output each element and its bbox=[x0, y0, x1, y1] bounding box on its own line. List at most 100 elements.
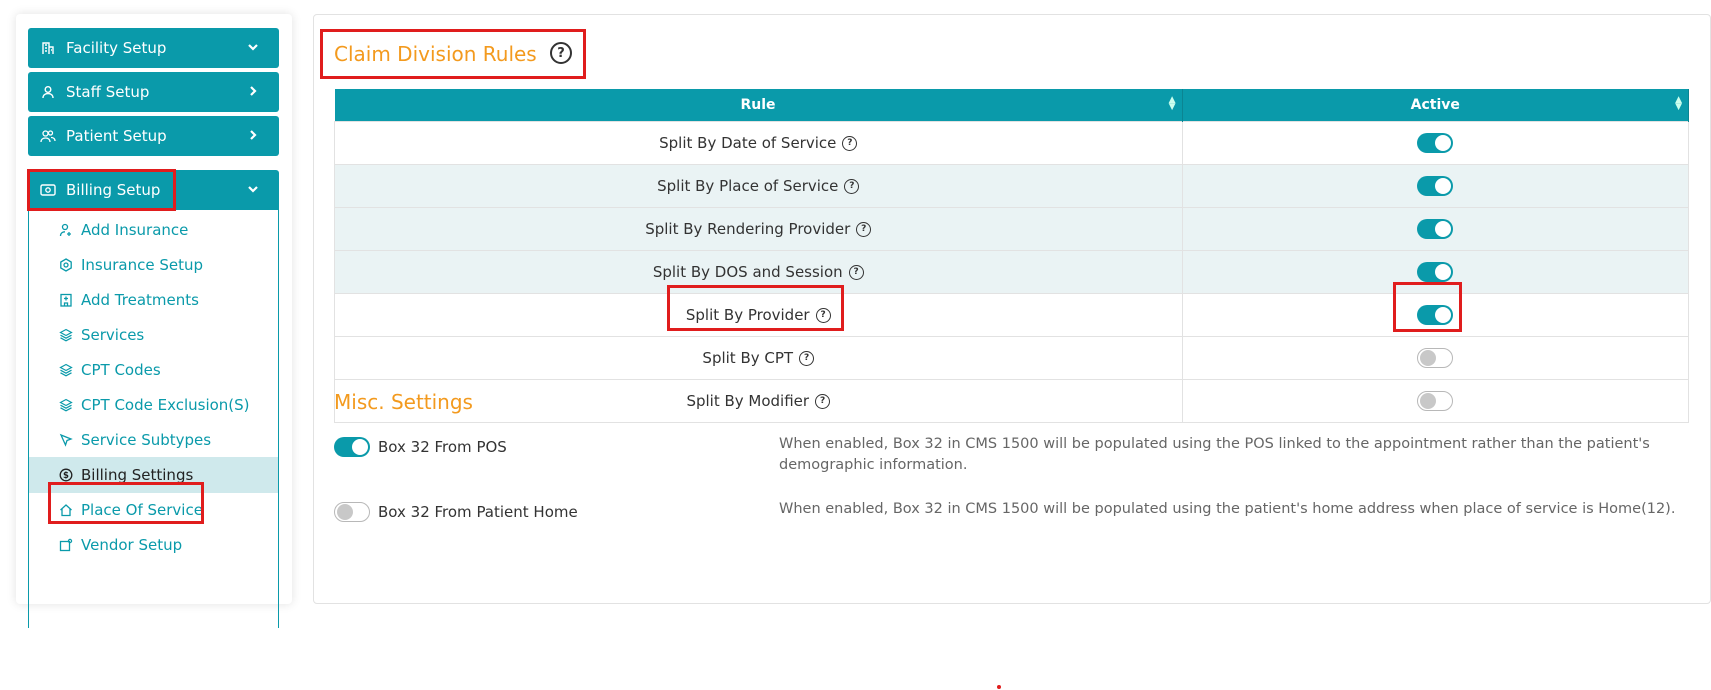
sidebar-section-label: Facility Setup bbox=[66, 39, 167, 57]
sort-icon[interactable]: ▲ ▼ bbox=[1169, 96, 1176, 112]
misc-settings-title: Misc. Settings bbox=[334, 390, 473, 414]
help-icon[interactable]: ? bbox=[842, 135, 858, 151]
rule-name: Split By Place of Service bbox=[657, 177, 839, 195]
setting-description: When enabled, Box 32 in CMS 1500 will be… bbox=[779, 436, 1650, 473]
sidebar-item-add-insurance[interactable]: Add Insurance bbox=[29, 212, 278, 248]
layers-icon bbox=[59, 363, 73, 377]
rule-name: Split By Rendering Provider bbox=[645, 220, 851, 238]
building-icon bbox=[40, 40, 56, 56]
active-toggle[interactable] bbox=[1417, 133, 1454, 153]
user-plus-icon bbox=[59, 223, 73, 237]
cursor-dot bbox=[997, 685, 1001, 689]
active-toggle[interactable] bbox=[1417, 305, 1454, 325]
sidebar-item-insurance-setup[interactable]: Insurance Setup bbox=[29, 247, 278, 283]
active-toggle[interactable] bbox=[1417, 262, 1454, 282]
setting-label: Box 32 From POS bbox=[378, 438, 507, 456]
toggle-knob bbox=[1420, 393, 1437, 409]
help-icon[interactable]: ? bbox=[799, 350, 815, 366]
vendor-icon bbox=[59, 538, 73, 552]
help-icon[interactable]: ? bbox=[815, 307, 831, 323]
table-row: Split By Date of Service? bbox=[334, 121, 1689, 165]
sidebar-item-label: CPT Code Exclusion(S) bbox=[81, 396, 250, 414]
sidebar-item-vendor-setup[interactable]: Vendor Setup bbox=[29, 527, 278, 563]
sidebar-item-place-of-service[interactable]: Place Of Service bbox=[29, 492, 278, 528]
box32-pos-toggle[interactable] bbox=[334, 437, 370, 457]
layers-icon bbox=[59, 328, 73, 342]
users-icon bbox=[40, 128, 56, 144]
help-icon[interactable]: ? bbox=[550, 42, 572, 64]
sidebar-section-patient-setup[interactable]: Patient Setup bbox=[28, 116, 279, 156]
claim-rules-table: Rule ▲ ▼ Active ▲ ▼ Split By Date of Servi… bbox=[334, 89, 1689, 423]
help-icon[interactable]: ? bbox=[848, 264, 864, 280]
help-icon[interactable]: ? bbox=[844, 178, 860, 194]
sidebar-item-label: Add Insurance bbox=[81, 221, 189, 239]
sidebar-item-billing-settings[interactable]: $ Billing Settings bbox=[29, 457, 278, 493]
column-header-rule[interactable]: Rule ▲ ▼ bbox=[334, 89, 1183, 122]
chevron-right-icon bbox=[245, 127, 261, 143]
sort-icon[interactable]: ▲ ▼ bbox=[1675, 96, 1682, 112]
rule-name: Split By Date of Service bbox=[659, 134, 837, 152]
sidebar-item-cpt-codes[interactable]: CPT Codes bbox=[29, 352, 278, 388]
sidebar-item-label: Vendor Setup bbox=[81, 536, 183, 554]
column-header-label: Active bbox=[1410, 97, 1460, 113]
sidebar-item-label: Place Of Service bbox=[81, 501, 203, 519]
sidebar-item-services[interactable]: Services bbox=[29, 317, 278, 353]
toggle-knob bbox=[1435, 307, 1452, 323]
hexagon-icon bbox=[59, 258, 73, 272]
dollar-circle-icon: $ bbox=[59, 468, 73, 482]
sidebar-section-facility-setup[interactable]: Facility Setup bbox=[28, 28, 279, 68]
billing-settings-panel: Claim Division Rules ? Rule ▲ ▼ Active ▲ ▼… bbox=[313, 14, 1711, 604]
toggle-knob bbox=[337, 504, 353, 520]
toggle-knob bbox=[1420, 350, 1437, 366]
sidebar-item-add-treatments[interactable]: Add Treatments bbox=[29, 282, 278, 318]
money-icon bbox=[40, 182, 56, 198]
sidebar-item-label: Add Treatments bbox=[81, 291, 199, 309]
active-toggle[interactable] bbox=[1417, 391, 1454, 411]
active-toggle[interactable] bbox=[1417, 348, 1454, 368]
active-toggle[interactable] bbox=[1417, 219, 1454, 239]
sidebar-section-label: Staff Setup bbox=[66, 83, 150, 101]
rule-name: Split By Modifier bbox=[686, 392, 810, 410]
box32-home-toggle[interactable] bbox=[334, 502, 370, 522]
column-header-label: Rule bbox=[740, 97, 776, 113]
active-toggle[interactable] bbox=[1417, 176, 1454, 196]
sidebar-section-label: Billing Setup bbox=[66, 181, 161, 199]
toggle-knob bbox=[1435, 135, 1452, 151]
help-icon[interactable]: ? bbox=[856, 221, 872, 237]
rule-name: Split By CPT bbox=[702, 349, 794, 367]
chevron-right-icon bbox=[245, 83, 261, 99]
sidebar-item-service-subtypes[interactable]: Service Subtypes bbox=[29, 422, 278, 458]
setting-description: When enabled, Box 32 in CMS 1500 will be… bbox=[779, 501, 1676, 517]
toggle-knob bbox=[1435, 178, 1452, 194]
sidebar-item-label: Service Subtypes bbox=[81, 431, 212, 449]
table-row: Split By Provider? bbox=[334, 293, 1689, 337]
sidebar: Facility Setup Staff Setup Patient Setup… bbox=[16, 14, 292, 628]
sidebar-item-label: Services bbox=[81, 326, 145, 344]
rule-name: Split By Provider bbox=[685, 306, 810, 324]
toggle-knob bbox=[1435, 264, 1452, 280]
pointer-icon bbox=[59, 433, 73, 447]
table-row: Split By Rendering Provider? bbox=[334, 207, 1689, 251]
column-header-active[interactable]: Active ▲ ▼ bbox=[1182, 89, 1689, 122]
chevron-down-icon bbox=[245, 39, 261, 55]
sidebar-section-label: Patient Setup bbox=[66, 127, 167, 145]
chevron-down-icon bbox=[245, 181, 261, 197]
svg-text:$: $ bbox=[63, 471, 69, 481]
claim-division-rules-title: Claim Division Rules bbox=[334, 42, 537, 66]
billing-submenu: Add Insurance Insurance Setup Add Treatm… bbox=[28, 208, 279, 628]
sidebar-section-staff-setup[interactable]: Staff Setup bbox=[28, 72, 279, 112]
toggle-knob bbox=[1435, 221, 1452, 237]
user-icon bbox=[40, 84, 56, 100]
table-row: Split By Modifier? bbox=[334, 379, 1689, 423]
sidebar-item-cpt-code-exclusion[interactable]: CPT Code Exclusion(S) bbox=[29, 387, 278, 423]
help-icon[interactable]: ? bbox=[815, 393, 831, 409]
setting-label: Box 32 From Patient Home bbox=[378, 503, 578, 521]
sidebar-section-billing-setup[interactable]: Billing Setup bbox=[28, 170, 279, 210]
home-icon bbox=[59, 503, 73, 517]
toggle-knob bbox=[352, 439, 368, 455]
hospital-icon bbox=[59, 293, 73, 307]
sidebar-item-label: Billing Settings bbox=[81, 466, 194, 484]
table-row: Split By CPT? bbox=[334, 336, 1689, 380]
table-row: Split By DOS and Session? bbox=[334, 250, 1689, 294]
rule-name: Split By DOS and Session bbox=[652, 263, 843, 281]
